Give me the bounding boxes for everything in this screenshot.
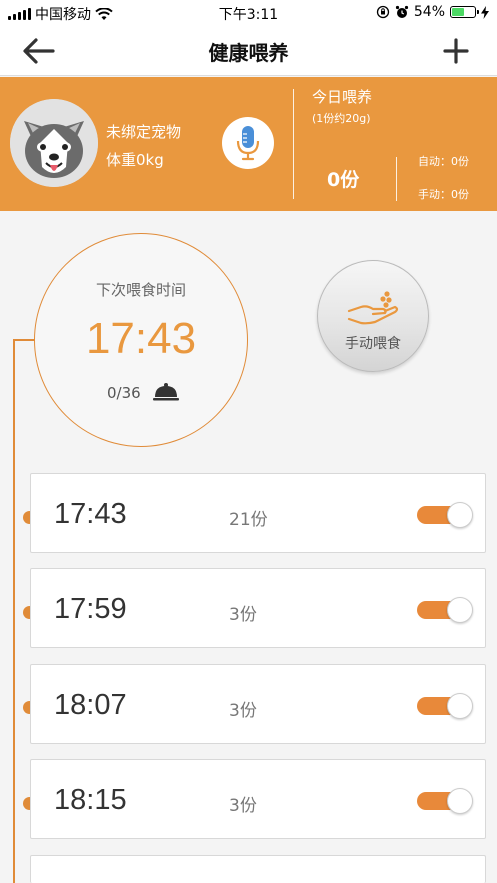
status-right: 54%	[376, 4, 489, 20]
pet-header: 未绑定宠物 体重0kg 今日喂养 (1份约20g) 0份 自动：0份 手动：0份	[0, 77, 497, 211]
schedule-portions: 21份	[229, 510, 268, 530]
charging-icon	[481, 5, 489, 19]
pet-weight: 体重0kg	[106, 151, 164, 169]
battery-icon	[450, 6, 479, 18]
schedule-time: 18:07	[54, 689, 127, 721]
alarm-icon	[395, 5, 408, 18]
next-feed-circle: 下次喂食时间 17:43 0/36	[34, 233, 248, 447]
next-feed-time: 17:43	[85, 314, 197, 363]
schedule-time: 17:59	[54, 593, 127, 625]
husky-dog-icon[interactable]	[10, 99, 98, 187]
page-title: 健康喂养	[208, 41, 289, 65]
auto-feed-count: 自动：0份	[418, 155, 469, 168]
battery-percent: 54%	[413, 4, 445, 20]
schedule-toggle[interactable]	[417, 502, 473, 528]
timeline-line	[13, 340, 15, 883]
manual-feed-label: 手动喂食	[345, 336, 401, 352]
schedule-card[interactable]: 18:15 3份	[30, 759, 486, 839]
today-feeding-title: 今日喂养	[312, 88, 373, 106]
status-bar: 中国移动 下午3:11 54%	[0, 0, 497, 26]
schedule-card[interactable]: 17:59 3份	[30, 568, 486, 648]
orientation-lock-icon	[376, 5, 390, 19]
timeline-connector	[13, 339, 35, 341]
nav-bar: 健康喂养	[0, 26, 497, 76]
schedule-card[interactable]: 18:07 3份	[30, 664, 486, 744]
schedule-portions: 3份	[229, 701, 257, 721]
schedule-toggle[interactable]	[417, 597, 473, 623]
header-divider	[293, 89, 294, 199]
manual-feed-button[interactable]: 手动喂食	[317, 260, 429, 372]
header-divider-small	[396, 157, 397, 201]
manual-feed-count: 手动：0份	[418, 188, 469, 201]
next-feed-label: 下次喂食时间	[95, 281, 186, 299]
schedule-card[interactable]: 17:43 21份	[30, 473, 486, 553]
schedule-toggle[interactable]	[417, 693, 473, 719]
today-total: 0份	[327, 169, 360, 191]
microphone-icon	[236, 126, 260, 161]
schedule-time: 17:43	[54, 498, 127, 530]
schedule-toggle[interactable]	[417, 788, 473, 814]
schedule-portions: 3份	[229, 605, 257, 625]
portion-note: (1份约20g)	[312, 112, 371, 125]
plus-icon[interactable]	[443, 38, 469, 64]
schedule-card-partial[interactable]	[30, 855, 486, 883]
schedule-time: 18:15	[54, 784, 127, 816]
feed-progress-count: 0/36	[107, 384, 141, 402]
schedule-portions: 3份	[229, 796, 257, 816]
hand-feed-icon	[347, 291, 399, 325]
microphone-button[interactable]	[222, 117, 274, 169]
pet-name: 未绑定宠物	[106, 123, 182, 141]
food-cloche-icon	[153, 383, 179, 401]
